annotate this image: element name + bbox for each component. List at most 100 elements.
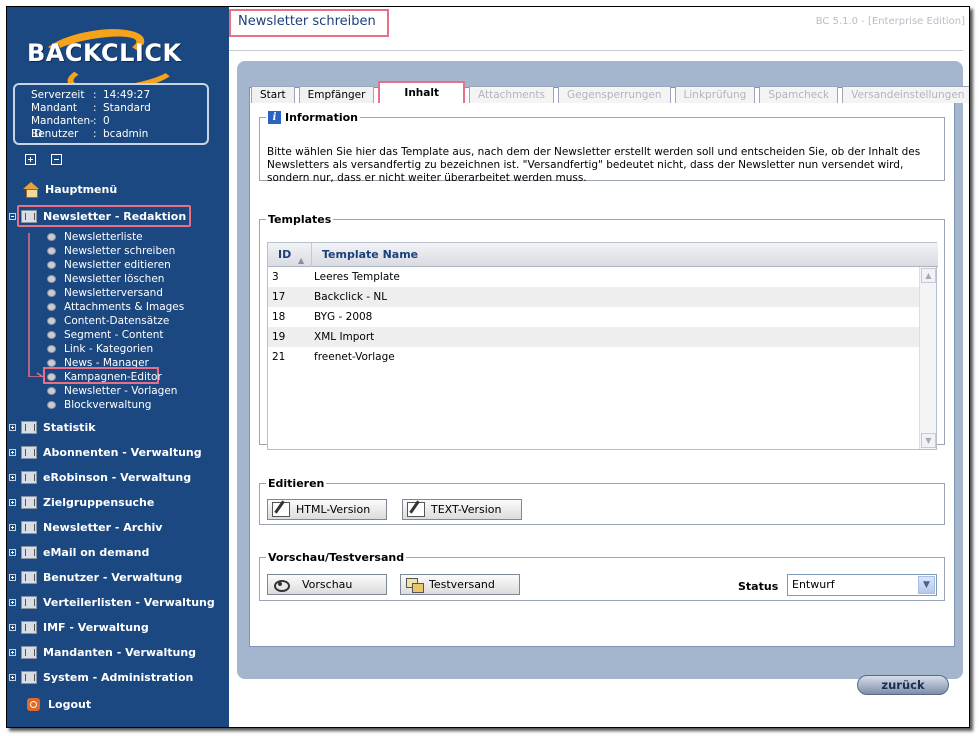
app-window: BACKCLICK Serverzeit : 14:49:27 Mandant … xyxy=(6,6,970,728)
testsend-button[interactable]: Testversand xyxy=(400,574,520,595)
scroll-down-icon[interactable]: ▼ xyxy=(921,433,936,448)
home-icon xyxy=(23,182,39,198)
info-row-mandant: Mandant : Standard xyxy=(31,102,151,114)
cell-name: Backclick - NL xyxy=(314,291,388,303)
subitem-newsletterliste[interactable]: Newsletterliste xyxy=(47,230,143,244)
send-mail-icon xyxy=(405,577,424,593)
nav-hauptmenu[interactable]: Hauptmenü xyxy=(23,179,117,199)
expand-icon[interactable] xyxy=(9,473,16,481)
bullet-icon xyxy=(47,261,56,269)
section-erobinson-verwaltung[interactable]: eRobinson - Verwaltung xyxy=(9,467,191,487)
tab-inhalt[interactable]: Inhalt xyxy=(378,81,465,103)
section-zielgruppensuche[interactable]: Zielgruppensuche xyxy=(9,492,154,512)
cell-id: 17 xyxy=(272,291,286,303)
subitem-content-datensaetze[interactable]: Content-Datensätze xyxy=(47,314,169,328)
table-row[interactable]: 18 BYG - 2008 xyxy=(268,307,920,327)
cell-id: 18 xyxy=(272,311,286,323)
subitem-newsletter-schreiben[interactable]: Newsletter schreiben xyxy=(47,244,175,258)
expand-icon[interactable] xyxy=(9,673,16,681)
subitem-attachments-images[interactable]: Attachments & Images xyxy=(47,300,184,314)
section-statistik[interactable]: Statistik xyxy=(9,417,96,437)
table-scrollbar[interactable]: ▲ ▼ xyxy=(919,267,936,449)
expand-icon[interactable] xyxy=(9,648,16,656)
expand-icon[interactable] xyxy=(9,548,16,556)
section-mandanten-verwaltung[interactable]: Mandanten - Verwaltung xyxy=(9,642,196,662)
bullet-icon xyxy=(47,247,56,255)
tab-empfaenger[interactable]: Empfänger xyxy=(298,86,375,103)
section-benutzer-verwaltung[interactable]: Benutzer - Verwaltung xyxy=(9,567,182,587)
table-row[interactable]: 17 Backclick - NL xyxy=(268,287,920,307)
edit-legend: Editieren xyxy=(268,477,325,490)
chevron-down-icon[interactable]: ▼ xyxy=(918,576,935,594)
subitem-newsletter-vorlagen[interactable]: Newsletter - Vorlagen xyxy=(47,384,177,398)
status-select[interactable]: Entwurf ▼ xyxy=(787,574,937,596)
section-verteilerlisten-verwaltung[interactable]: Verteilerlisten - Verwaltung xyxy=(9,592,215,612)
column-header-template-name[interactable]: Template Name xyxy=(312,243,938,267)
folder-icon xyxy=(21,670,37,684)
section-newsletter-redaktion[interactable]: Newsletter - Redaktion xyxy=(9,205,191,227)
expand-icon[interactable] xyxy=(9,623,16,631)
information-legend: Information xyxy=(285,111,358,124)
cell-name: Leeres Template xyxy=(314,271,400,283)
html-version-button[interactable]: HTML-Version xyxy=(267,499,387,520)
tab-linkpruefung: Linkprüfung xyxy=(674,86,756,103)
info-label: Benutzer xyxy=(31,128,79,140)
text-version-button[interactable]: TEXT-Version xyxy=(402,499,522,520)
expand-icon[interactable] xyxy=(9,573,16,581)
table-row[interactable]: 19 XML Import xyxy=(268,327,920,347)
preview-button[interactable]: Vorschau xyxy=(267,574,387,595)
collapse-all-icon[interactable] xyxy=(51,154,62,165)
subitem-newsletter-loeschen[interactable]: Newsletter löschen xyxy=(47,272,164,286)
expand-icon[interactable] xyxy=(9,423,16,431)
bullet-icon xyxy=(47,387,56,395)
folder-icon xyxy=(21,645,37,659)
bullet-icon xyxy=(47,303,56,311)
subitem-blockverwaltung[interactable]: Blockverwaltung xyxy=(47,398,151,412)
logout-label: Logout xyxy=(48,697,92,711)
section-imf-verwaltung[interactable]: IMF - Verwaltung xyxy=(9,617,149,637)
tab-spamcheck: Spamcheck xyxy=(759,86,839,103)
bullet-icon xyxy=(47,401,56,409)
info-value: Standard xyxy=(103,102,151,114)
tab-start[interactable]: Start xyxy=(251,86,295,103)
bullet-icon xyxy=(47,289,56,297)
subitem-newsletterversand[interactable]: Newsletterversand xyxy=(47,286,163,300)
server-info-box: Serverzeit : 14:49:27 Mandant : Standard… xyxy=(13,83,209,145)
tab-gegensperrungen: Gegensperrungen xyxy=(558,86,671,103)
folder-icon xyxy=(21,620,37,634)
preview-legend: Vorschau/Testversand xyxy=(268,551,405,564)
section-newsletter-archiv[interactable]: Newsletter - Archiv xyxy=(9,517,162,537)
info-row-benutzer: Benutzer : bcadmin xyxy=(31,128,149,140)
expand-icon[interactable] xyxy=(9,523,16,531)
section-email-on-demand[interactable]: eMail on demand xyxy=(9,542,149,562)
expand-all-icon[interactable] xyxy=(25,154,36,165)
expand-icon[interactable] xyxy=(9,498,16,506)
info-label: Mandant xyxy=(31,102,78,114)
cell-id: 21 xyxy=(272,351,286,363)
subitem-link-kategorien[interactable]: Link - Kategorien xyxy=(47,342,153,356)
subitem-kampagnen-editor[interactable]: Kampagnen-Editor xyxy=(47,370,162,384)
table-row[interactable]: 21 freenet-Vorlage xyxy=(268,347,920,367)
edit-fieldset: Editieren HTML-Version TEXT-Version xyxy=(259,477,945,525)
page-title: Newsletter schreiben xyxy=(238,14,376,29)
edit-pencil-icon xyxy=(272,502,290,517)
back-button[interactable]: zurück xyxy=(857,675,949,695)
section-abonnenten-verwaltung[interactable]: Abonnenten - Verwaltung xyxy=(9,442,202,462)
section-system-administration[interactable]: System - Administration xyxy=(9,667,193,687)
bullet-icon xyxy=(47,317,56,325)
collapse-icon[interactable] xyxy=(9,212,16,220)
bullet-icon xyxy=(47,233,56,241)
folder-icon xyxy=(21,495,37,509)
folder-icon xyxy=(21,520,37,534)
info-row-mandanten-id: Mandanten-ID : 0 xyxy=(31,115,110,140)
expand-icon[interactable] xyxy=(9,598,16,606)
column-header-id[interactable]: ID ▲ xyxy=(268,243,312,267)
table-row[interactable]: 3 Leeres Template xyxy=(268,267,920,287)
logout-link[interactable]: Logout xyxy=(27,695,91,713)
subitem-newsletter-editieren[interactable]: Newsletter editieren xyxy=(47,258,171,272)
templates-legend: Templates xyxy=(268,213,332,226)
scroll-up-icon[interactable]: ▲ xyxy=(921,268,936,283)
subitem-segment-content[interactable]: Segment - Content xyxy=(47,328,163,342)
expand-icon[interactable] xyxy=(9,448,16,456)
newsletter-folder-icon xyxy=(21,209,37,223)
